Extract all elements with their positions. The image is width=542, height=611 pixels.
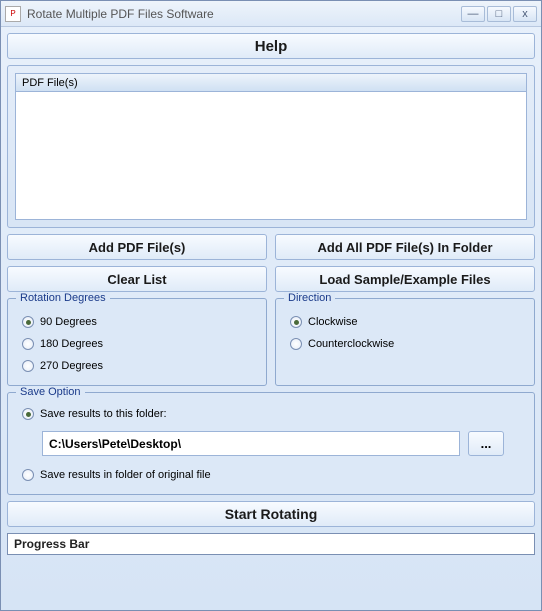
minimize-button[interactable]: —	[461, 6, 485, 22]
help-button[interactable]: Help	[7, 33, 535, 59]
file-list-header: PDF File(s)	[15, 73, 527, 91]
start-rotating-button[interactable]: Start Rotating	[7, 501, 535, 527]
button-row-1: Add PDF File(s) Add All PDF File(s) In F…	[7, 234, 535, 260]
radio-90[interactable]: 90 Degrees	[18, 311, 256, 333]
window-controls: — □ x	[461, 6, 537, 22]
browse-button[interactable]: ...	[468, 431, 504, 456]
app-window: P Rotate Multiple PDF Files Software — □…	[0, 0, 542, 611]
radio-icon	[22, 408, 34, 420]
radio-180[interactable]: 180 Degrees	[18, 333, 256, 355]
radio-icon	[290, 316, 302, 328]
path-row: ...	[18, 425, 524, 464]
clear-list-button[interactable]: Clear List	[7, 266, 267, 292]
radio-icon	[22, 469, 34, 481]
direction-group: Direction Clockwise Counterclockwise	[275, 298, 535, 386]
radio-icon	[22, 338, 34, 350]
radio-clockwise[interactable]: Clockwise	[286, 311, 524, 333]
add-folder-button[interactable]: Add All PDF File(s) In Folder	[275, 234, 535, 260]
save-path-input[interactable]	[42, 431, 460, 456]
titlebar: P Rotate Multiple PDF Files Software — □…	[1, 1, 541, 27]
button-row-2: Clear List Load Sample/Example Files	[7, 266, 535, 292]
radio-icon	[290, 338, 302, 350]
save-legend: Save Option	[16, 386, 85, 398]
content-area: Help PDF File(s) Add PDF File(s) Add All…	[1, 27, 541, 610]
radio-icon	[22, 316, 34, 328]
radio-save-original[interactable]: Save results in folder of original file	[18, 464, 524, 486]
load-sample-button[interactable]: Load Sample/Example Files	[275, 266, 535, 292]
app-icon: P	[5, 6, 21, 22]
rotation-group: Rotation Degrees 90 Degrees 180 Degrees …	[7, 298, 267, 386]
radio-icon	[22, 360, 34, 372]
options-row: Rotation Degrees 90 Degrees 180 Degrees …	[7, 298, 535, 386]
radio-counterclockwise[interactable]: Counterclockwise	[286, 333, 524, 355]
file-list[interactable]	[15, 91, 527, 220]
save-option-group: Save Option Save results to this folder:…	[7, 392, 535, 495]
maximize-button[interactable]: □	[487, 6, 511, 22]
help-label: Help	[255, 38, 288, 55]
progress-bar: Progress Bar	[7, 533, 535, 555]
radio-270[interactable]: 270 Degrees	[18, 355, 256, 377]
direction-legend: Direction	[284, 292, 335, 304]
window-title: Rotate Multiple PDF Files Software	[27, 7, 461, 21]
add-files-button[interactable]: Add PDF File(s)	[7, 234, 267, 260]
close-button[interactable]: x	[513, 6, 537, 22]
radio-save-folder[interactable]: Save results to this folder:	[18, 403, 524, 425]
file-list-panel: PDF File(s)	[7, 65, 535, 228]
rotation-legend: Rotation Degrees	[16, 292, 110, 304]
